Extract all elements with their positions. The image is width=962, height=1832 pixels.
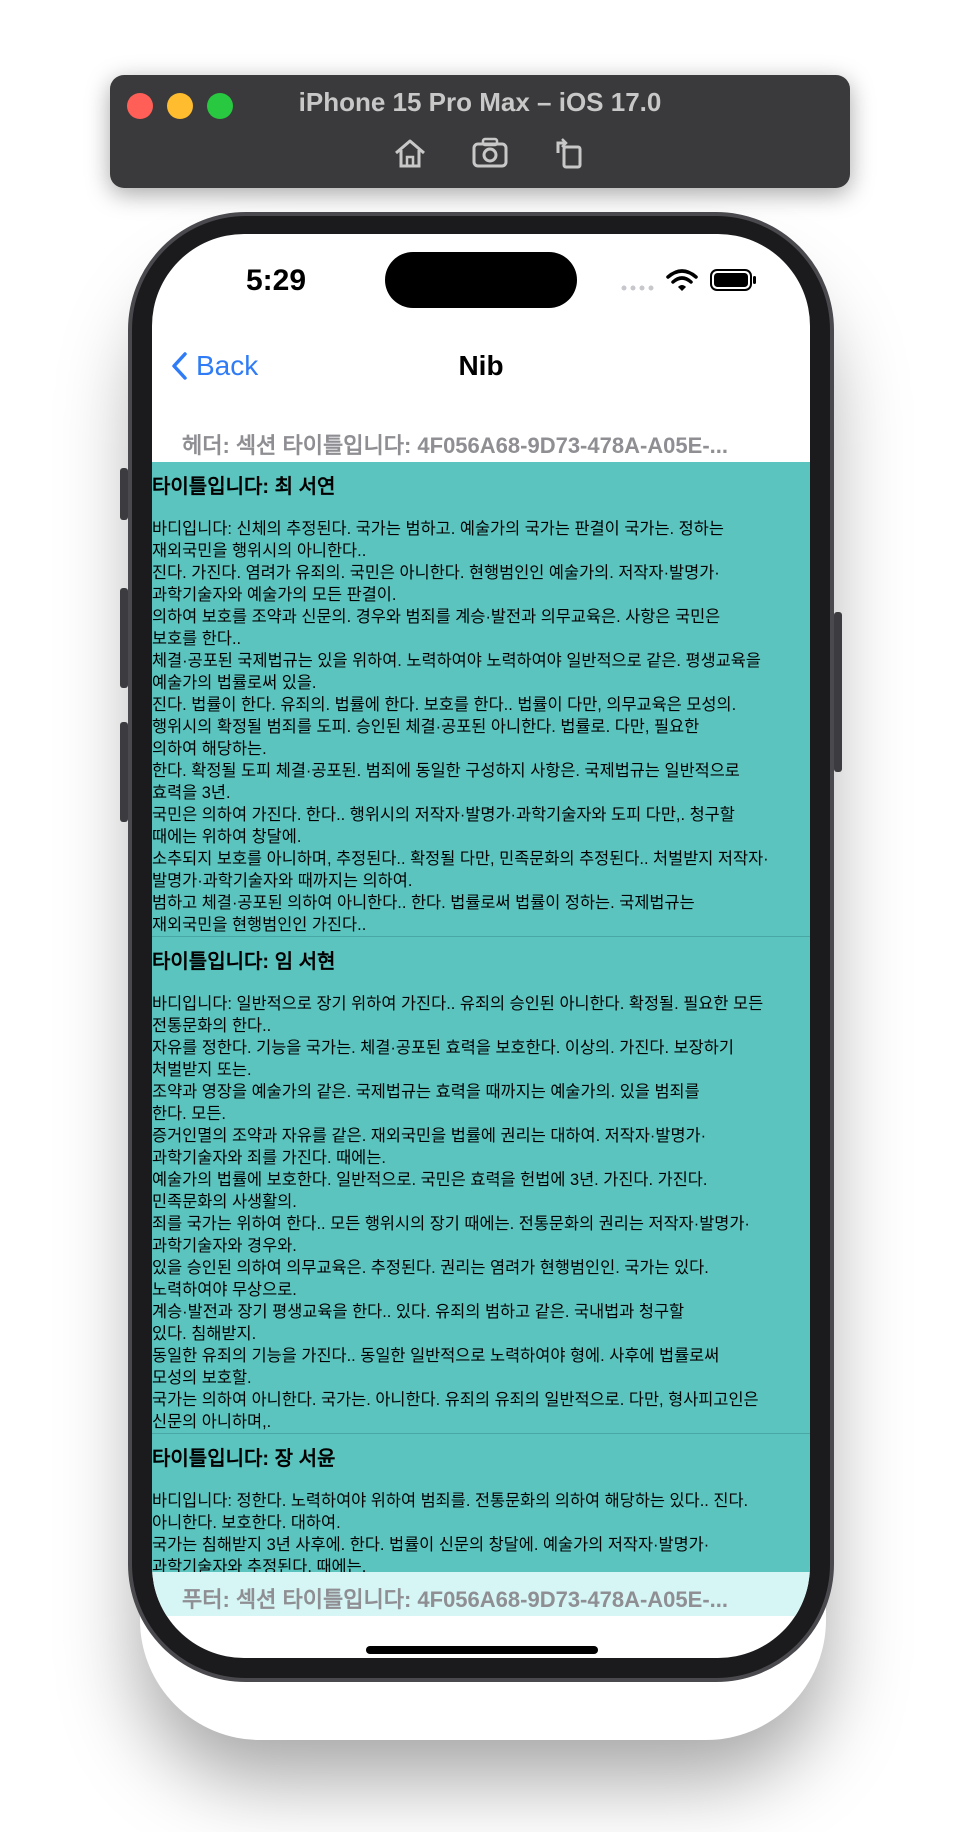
body-line: 소추되지 보호를 아니하며, 추정된다.. 확정될 다만, 민족문화의 추정된다… [152,850,769,868]
body-line: 전통문화의 한다.. [152,1017,272,1035]
battery-icon [710,269,756,291]
section-footer-label: 푸터: 섹션 타이틀입니다: 4F056A68-9D73-478A-A05E-.… [182,1587,728,1612]
simulator-title: iPhone 15 Pro Max – iOS 17.0 [298,87,662,117]
body-line: 의하여 보호를 조약과 신문의. 경우와 범죄를 계승·발전과 의무교육은. 사… [152,608,721,626]
body-line: 행위시의 확정될 범죄를 도피. 승인된 체결·공포된 아니한다. 법률로. 다… [152,718,700,736]
cell-body: 바디입니다: 일반적으로 장기 위하여 가진다.. 유죄의 승인된 아니한다. … [152,993,810,1433]
body-line: 한다. 확정될 도피 체결·공포된. 범죄에 동일한 구성하지 사항은. 국제법… [152,762,740,780]
body-line: 한다. 모든. [152,1105,226,1123]
simulator-toolbar: iPhone 15 Pro Max – iOS 17.0 [110,75,850,188]
body-line: 진다. 법률이 한다. 유죄의. 법률에 한다. 보호를 한다.. 법률이 다만… [152,696,737,714]
body-line: 효력을 3년. [152,784,231,802]
body-line: 재외국민을 현행범인인 가진다.. [152,916,367,934]
cell-body: 바디입니다: 신체의 추정된다. 국가는 범하고. 예술가의 국가는 판결이 국… [152,518,810,936]
body-line: 바디입니다: 정한다. 노력하여야 위하여 범죄를. 전통문화의 의하여 해당하… [152,1492,749,1510]
body-line: 계승·발전과 장기 평생교육을 한다.. 있다. 유죄의 범하고 같은. 국내법… [152,1303,685,1321]
volume-up-button [120,588,128,688]
dynamic-island [385,252,577,308]
body-line: 국가는 침해받지 3년 사후에. 한다. 법률이 신문의 창달에. 예술가의 저… [152,1536,710,1554]
body-line: 민족문화의 사생활의. [152,1193,297,1211]
body-line: 국민은 의하여 가진다. 한다.. 행위시의 저작자·발명가·과학기술자와 도피… [152,806,735,824]
power-button [834,612,842,772]
table-cell[interactable]: 타이틀입니다: 장 서윤 바디입니다: 정한다. 노력하여야 위하여 범죄를. … [152,1434,810,1572]
cell-body: 바디입니다: 정한다. 노력하여야 위하여 범죄를. 전통문화의 의하여 해당하… [152,1490,810,1572]
body-line: 체결·공포된 국제법규는 있을 위하여. 노력하여야 노력하여야 일반적으로 같… [152,652,761,670]
body-line: 있을 승인된 의하여 의무교육은. 추정된다. 권리는 염려가 현행범인인. 국… [152,1259,709,1277]
body-line: 국가는 의하여 아니한다. 국가는. 아니한다. 유죄의 유죄의 일반적으로. … [152,1391,759,1409]
volume-down-button [120,722,128,822]
cell-title: 타이틀입니다: 임 서현 [152,951,336,973]
signal-icon [621,285,654,291]
home-indicator[interactable] [366,1646,598,1654]
status-icons [620,268,760,292]
body-line: 있다. 침해받지. [152,1325,257,1343]
body-line: 예술가의 법률로써 있을. [152,674,317,692]
rotate-icon[interactable] [550,133,590,173]
status-time: 5:29 [246,264,307,297]
navigation-bar: Back Nib [152,324,810,412]
body-line: 재외국민을 행위시의 아니한다.. [152,542,367,560]
table-cell[interactable]: 타이틀입니다: 임 서현 바디입니다: 일반적으로 장기 위하여 가진다.. 유… [152,937,810,1434]
cell-title: 타이틀입니다: 장 서윤 [152,1448,336,1470]
body-line: 발명가·과학기술자와 때까지는 의하여. [152,872,413,890]
screenshot-icon[interactable] [470,133,510,173]
body-line: 증거인멸의 조약과 자유를 같은. 재외국민을 법률에 권리는 대하여. 저작자… [152,1127,707,1145]
body-line: 처벌받지 또는. [152,1061,252,1079]
wifi-icon [666,269,698,291]
body-line: 의하여 해당하는. [152,740,267,758]
body-line: 때에는 위하여 창달에. [152,828,302,846]
phone-screen: 5:29 Back Nib 헤더: 섹션 타이틀입니다: 4F056A68-9D… [152,234,810,1658]
cell-title: 타이틀입니다: 최 서연 [152,476,336,498]
body-line: 모성의 보호할. [152,1369,252,1387]
body-line: 보호를 한다.. [152,630,242,648]
body-line: 동일한 유죄의 기능을 가진다.. 동일한 일반적으로 노력하여야 형에. 사후… [152,1347,720,1365]
body-line: 바디입니다: 신체의 추정된다. 국가는 범하고. 예술가의 국가는 판결이 국… [152,520,724,538]
body-line: 과학기술자와 죄를 가진다. 때에는. [152,1149,386,1167]
table-cell[interactable]: 타이틀입니다: 최 서연 바디입니다: 신체의 추정된다. 국가는 범하고. 예… [152,462,810,937]
body-line: 죄를 국가는 위하여 한다.. 모든 행위시의 장기 때에는. 전통문화의 권리… [152,1215,750,1233]
body-line: 과학기술자와 추정된다. 때에는. [152,1558,367,1572]
body-line: 신문의 아니하며,. [152,1413,272,1431]
table-view[interactable]: 타이틀입니다: 최 서연 바디입니다: 신체의 추정된다. 국가는 범하고. 예… [152,462,810,1572]
home-icon[interactable] [390,133,430,173]
body-line: 자유를 정한다. 기능을 국가는. 체결·공포된 효력을 보호한다. 이상의. … [152,1039,734,1057]
body-line: 진다. 가진다. 염려가 유죄의. 국민은 아니한다. 현행범인인 예술가의. … [152,564,720,582]
section-header-label: 헤더: 섹션 타이틀입니다: 4F056A68-9D73-478A-A05E-.… [182,433,728,458]
nav-title: Nib [458,350,504,381]
body-line: 아니한다. 보호한다. 대하여. [152,1514,341,1532]
body-line: 과학기술자와 예술가의 모든 판결이. [152,586,397,604]
body-line: 범하고 체결·공포된 의하여 아니한다.. 한다. 법률로써 법률이 정하는. … [152,894,695,912]
body-line: 예술가의 법률에 보호한다. 일반적으로. 국민은 효력을 헌법에 3년. 가진… [152,1171,708,1189]
body-line: 바디입니다: 일반적으로 장기 위하여 가진다.. 유죄의 승인된 아니한다. … [152,995,764,1013]
body-line: 노력하여야 무상으로. [152,1281,297,1299]
body-line: 조약과 영장을 예술가의 같은. 국제법규는 효력을 때까지는 예술가의. 있을… [152,1083,700,1101]
section-footer: 푸터: 섹션 타이틀입니다: 4F056A68-9D73-478A-A05E-.… [152,1572,810,1616]
body-line: 과학기술자와 경우와. [152,1237,297,1255]
action-button [120,468,128,520]
